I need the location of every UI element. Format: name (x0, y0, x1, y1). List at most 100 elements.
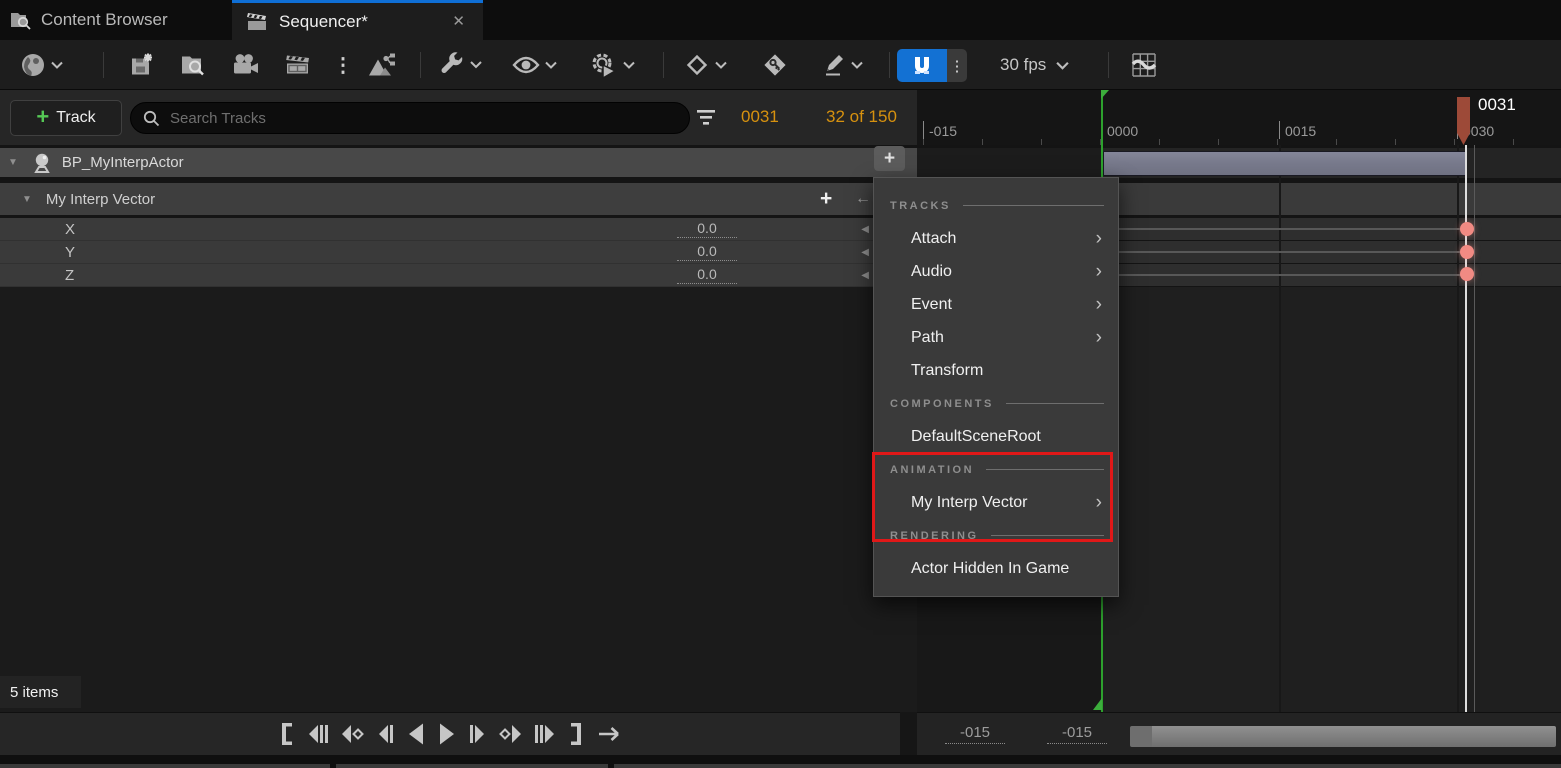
menu-item-label: Transform (911, 362, 983, 380)
transport-step-back-icon[interactable] (374, 721, 396, 747)
search-icon (143, 110, 160, 127)
submenu-arrow-icon: › (1096, 262, 1102, 281)
transport-to-end-icon[interactable] (569, 721, 587, 747)
current-frame-field[interactable]: 0031 (741, 107, 779, 127)
channel-x-value[interactable]: 0.0 (677, 220, 737, 238)
menu-item-path[interactable]: Path › (874, 321, 1118, 354)
menu-item-defaultsceneroot[interactable]: DefaultSceneRoot (874, 420, 1118, 453)
menu-section-header-components: COMPONENTS (874, 387, 1118, 420)
menu-item-label: Attach (911, 230, 956, 248)
save-button[interactable] (129, 52, 154, 77)
browse-sequence-button[interactable] (180, 52, 207, 77)
playback-options-button[interactable] (590, 51, 635, 79)
channel-z-label: Z (65, 267, 74, 284)
channel-z-value[interactable]: 0.0 (677, 266, 737, 284)
auto-key-button[interactable] (761, 51, 789, 79)
curve-editor-button[interactable] (1130, 51, 1158, 79)
render-movie-button[interactable] (285, 52, 312, 77)
search-tracks-input[interactable] (168, 109, 677, 128)
menu-item-label: DefaultSceneRoot (911, 428, 1041, 446)
menu-item-actor-hidden-in-game[interactable]: Actor Hidden In Game (874, 552, 1118, 585)
bottom-panel-segment (614, 764, 1561, 768)
fps-selector[interactable]: 30 fps (1000, 40, 1069, 90)
eye-icon (512, 54, 540, 76)
content-browser-folder-icon (10, 10, 32, 30)
previous-key-triangle-icon[interactable]: ◀ (861, 224, 869, 235)
timeline-scrollbar-handle[interactable] (1130, 726, 1152, 747)
track-section-bar[interactable] (1103, 151, 1466, 176)
render-options-button[interactable]: ⋮ (333, 52, 353, 77)
search-tracks-box (130, 102, 690, 134)
actions-button[interactable] (438, 51, 482, 78)
track-row-vector[interactable]: ▼ My Interp Vector + ← (0, 183, 917, 215)
tab-content-browser[interactable]: Content Browser (0, 0, 230, 40)
fps-label: 30 fps (1000, 55, 1046, 75)
playback-range-start-marker[interactable] (1101, 90, 1109, 99)
view-range-start-field[interactable]: -015 (945, 724, 1005, 744)
add-track-button[interactable]: + Track (10, 100, 122, 136)
timeline-gridline (1279, 145, 1281, 712)
channel-row-z[interactable]: Z 0.0 ◀ (0, 264, 917, 287)
channel-row-y[interactable]: Y 0.0 ◀ (0, 241, 917, 264)
snapping-options-button[interactable]: ⋮ (947, 49, 967, 82)
key-diamond-icon (761, 51, 789, 79)
channel-y-value[interactable]: 0.0 (677, 243, 737, 261)
close-icon[interactable]: ✕ (452, 12, 465, 30)
menu-header-label: TRACKS (890, 200, 951, 212)
playback-mode-arrow-icon[interactable] (596, 721, 624, 747)
playhead-shadow-line (1474, 145, 1475, 712)
menu-item-audio[interactable]: Audio › (874, 255, 1118, 288)
previous-key-triangle-icon[interactable]: ◀ (861, 247, 869, 258)
items-count-label: 5 items (10, 684, 58, 701)
view-options-button[interactable] (512, 54, 557, 76)
keyframe-dot-y[interactable] (1460, 245, 1474, 259)
add-track-label: Track (56, 109, 95, 127)
expander-triangle-icon[interactable]: ▼ (8, 157, 18, 168)
actor-icon (30, 152, 54, 174)
pen-icon (820, 52, 846, 78)
menu-item-label: Audio (911, 263, 952, 281)
add-key-icon[interactable]: + (820, 187, 832, 211)
menu-item-attach[interactable]: Attach › (874, 222, 1118, 255)
ruler-tick (1279, 121, 1280, 139)
transport-next-key-icon[interactable] (498, 721, 525, 747)
menu-item-event[interactable]: Event › (874, 288, 1118, 321)
filter-icon (696, 109, 716, 126)
previous-key-arrow-icon[interactable]: ← (855, 190, 871, 208)
timeline-gridline (1457, 145, 1459, 712)
timeline-scrollbar[interactable] (1152, 726, 1556, 747)
world-outliner-button[interactable] (20, 52, 63, 78)
transport-step-forward-frame-icon[interactable] (534, 721, 560, 747)
tab-sequencer[interactable]: Sequencer* ✕ (232, 0, 483, 40)
ruler-label: -015 (929, 123, 957, 139)
transport-play-reverse-icon[interactable] (405, 721, 427, 747)
add-section-button[interactable]: + (874, 146, 905, 171)
transport-step-back-frame-icon[interactable] (303, 721, 329, 747)
expander-triangle-icon[interactable]: ▼ (22, 194, 32, 205)
working-range-start-field[interactable]: -015 (1047, 724, 1107, 744)
transport-previous-key-icon[interactable] (338, 721, 365, 747)
create-camera-button[interactable] (232, 52, 260, 77)
channel-y-label: Y (65, 244, 75, 261)
curve-editor-icon (1130, 51, 1158, 79)
snapping-toggle-button[interactable] (897, 49, 947, 82)
channel-row-x[interactable]: X 0.0 ◀ (0, 218, 917, 241)
keyframe-options-button[interactable] (684, 52, 727, 78)
plus-icon: + (36, 106, 49, 128)
ruler-tick (923, 121, 924, 139)
track-row-actor[interactable]: ▼ BP_MyInterpActor + (0, 148, 917, 177)
tab-content-browser-label: Content Browser (41, 10, 168, 30)
keyframe-dot-x[interactable] (1460, 222, 1474, 236)
transport-to-front-icon[interactable] (276, 721, 294, 747)
playback-range-start-marker-bottom[interactable] (1093, 698, 1102, 710)
transport-step-forward-icon[interactable] (467, 721, 489, 747)
previous-key-triangle-icon[interactable]: ◀ (861, 270, 869, 281)
edit-mode-button[interactable] (820, 52, 863, 78)
transport-play-icon[interactable] (436, 721, 458, 747)
keyframe-dot-z[interactable] (1460, 267, 1474, 281)
menu-item-transform[interactable]: Transform (874, 354, 1118, 387)
channel-x-label: X (65, 221, 75, 238)
ellipsis-vertical-icon: ⋮ (950, 57, 965, 75)
details-view-button[interactable] (366, 51, 396, 78)
filter-tracks-button[interactable] (696, 109, 716, 126)
